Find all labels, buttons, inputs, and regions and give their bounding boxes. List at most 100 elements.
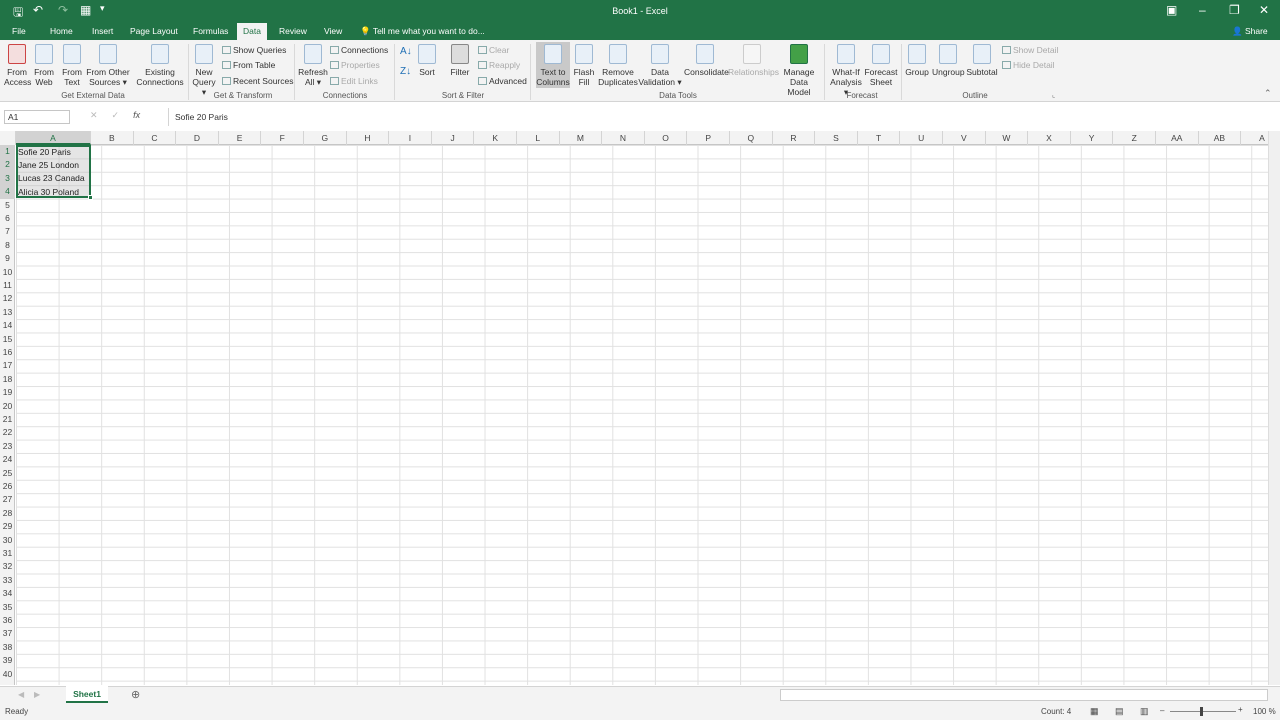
row-header[interactable]: 1 bbox=[0, 145, 15, 159]
row-header[interactable]: 18 bbox=[0, 373, 15, 386]
tab-data[interactable]: Data bbox=[237, 23, 267, 40]
column-header[interactable]: R bbox=[773, 131, 816, 145]
edit-links-button[interactable]: Edit Links bbox=[330, 76, 378, 86]
page-layout-view-icon[interactable]: ▤ bbox=[1115, 706, 1124, 717]
filter-button[interactable]: Filter bbox=[448, 44, 472, 77]
column-header[interactable]: O bbox=[645, 131, 688, 145]
row-header[interactable]: 14 bbox=[0, 319, 15, 332]
fill-handle[interactable] bbox=[88, 195, 93, 200]
row-header[interactable]: 10 bbox=[0, 266, 15, 279]
data-validation-button[interactable]: Data Validation ▾ bbox=[638, 44, 682, 87]
clear-button[interactable]: Clear bbox=[478, 45, 509, 55]
sort-button[interactable]: Sort bbox=[416, 44, 438, 77]
reapply-button[interactable]: Reapply bbox=[478, 60, 520, 70]
scroll-sheets-left-icon[interactable]: ◀ bbox=[18, 690, 24, 699]
refresh-all-button[interactable]: Refresh All ▾ bbox=[298, 44, 328, 87]
column-header[interactable]: X bbox=[1028, 131, 1071, 145]
vertical-scrollbar[interactable] bbox=[1268, 131, 1280, 685]
row-header[interactable]: 13 bbox=[0, 306, 15, 319]
zoom-in-icon[interactable]: + bbox=[1238, 705, 1243, 714]
row-header[interactable]: 3 bbox=[0, 171, 15, 186]
column-header[interactable]: E bbox=[219, 131, 262, 145]
dialog-launcher-icon[interactable]: ⌞ bbox=[1052, 91, 1055, 99]
row-header[interactable]: 27 bbox=[0, 493, 15, 506]
advanced-button[interactable]: Advanced bbox=[478, 76, 527, 86]
name-box[interactable]: A1 bbox=[4, 110, 70, 124]
tell-me-search[interactable]: 💡 Tell me what you want to do... bbox=[360, 26, 485, 37]
row-header[interactable]: 5 bbox=[0, 199, 15, 212]
row-header[interactable]: 35 bbox=[0, 601, 15, 614]
collapse-ribbon-icon[interactable]: ⌃ bbox=[1264, 88, 1272, 99]
row-header[interactable]: 33 bbox=[0, 574, 15, 587]
flash-fill-button[interactable]: Flash Fill bbox=[572, 44, 596, 87]
row-header[interactable]: 30 bbox=[0, 534, 15, 547]
column-header[interactable]: C bbox=[134, 131, 177, 145]
from-other-sources-button[interactable]: From Other Sources ▾ bbox=[86, 44, 130, 87]
select-all-corner[interactable] bbox=[0, 131, 16, 145]
new-query-button[interactable]: New Query ▾ bbox=[191, 44, 217, 97]
page-break-view-icon[interactable]: ▥ bbox=[1140, 706, 1149, 717]
sheet-tab-sheet1[interactable]: Sheet1 bbox=[66, 686, 108, 703]
from-access-button[interactable]: From Access bbox=[4, 44, 31, 87]
row-header[interactable]: 8 bbox=[0, 239, 15, 252]
row-header[interactable]: 4 bbox=[0, 185, 15, 199]
column-header[interactable]: U bbox=[900, 131, 943, 145]
horizontal-scrollbar[interactable] bbox=[780, 689, 1268, 701]
column-header[interactable]: I bbox=[389, 131, 432, 145]
from-table-button[interactable]: From Table bbox=[222, 60, 275, 70]
show-queries-button[interactable]: Show Queries bbox=[222, 45, 286, 55]
row-header[interactable]: 9 bbox=[0, 252, 15, 265]
column-header[interactable]: T bbox=[858, 131, 901, 145]
confirm-entry-icon[interactable]: ✓ bbox=[112, 110, 120, 120]
row-header[interactable]: 2 bbox=[0, 158, 15, 172]
row-header[interactable]: 19 bbox=[0, 386, 15, 399]
existing-connections-button[interactable]: Existing Connections bbox=[136, 44, 184, 87]
share-button[interactable]: 👤 Share bbox=[1232, 26, 1268, 37]
minimize-icon[interactable]: – bbox=[1199, 3, 1206, 17]
row-header[interactable]: 39 bbox=[0, 654, 15, 667]
tab-home[interactable]: Home bbox=[50, 26, 73, 36]
show-detail-button[interactable]: Show Detail bbox=[1002, 45, 1058, 55]
row-header[interactable]: 38 bbox=[0, 641, 15, 654]
row-header[interactable]: 17 bbox=[0, 359, 15, 372]
row-header[interactable]: 25 bbox=[0, 467, 15, 480]
row-header[interactable]: 32 bbox=[0, 560, 15, 573]
maximize-icon[interactable]: ❐ bbox=[1229, 3, 1240, 17]
close-icon[interactable]: ✕ bbox=[1259, 3, 1269, 17]
column-header[interactable]: K bbox=[474, 131, 517, 145]
row-header[interactable]: 23 bbox=[0, 440, 15, 453]
row-header[interactable]: 12 bbox=[0, 292, 15, 305]
cell-a4[interactable]: Alicia 30 Poland bbox=[18, 186, 79, 199]
column-header[interactable]: AA bbox=[1156, 131, 1199, 145]
add-sheet-icon[interactable]: ⊕ bbox=[131, 688, 140, 701]
column-header[interactable]: S bbox=[815, 131, 858, 145]
from-web-button[interactable]: From Web bbox=[32, 44, 56, 87]
tab-insert[interactable]: Insert bbox=[92, 26, 113, 36]
manage-data-model-button[interactable]: Manage Data Model bbox=[778, 44, 820, 97]
cell-a2[interactable]: Jane 25 London bbox=[18, 159, 79, 172]
row-header[interactable]: 31 bbox=[0, 547, 15, 560]
properties-button[interactable]: Properties bbox=[330, 60, 380, 70]
text-to-columns-button[interactable]: Text to Columns bbox=[536, 42, 570, 88]
tab-view[interactable]: View bbox=[324, 26, 342, 36]
column-header[interactable]: A bbox=[16, 131, 91, 145]
relationships-button[interactable]: Relationships bbox=[728, 44, 779, 77]
tab-formulas[interactable]: Formulas bbox=[193, 26, 228, 36]
column-header[interactable]: Q bbox=[730, 131, 773, 145]
sort-az-icon[interactable]: A↓ bbox=[400, 46, 412, 57]
column-header[interactable]: Z bbox=[1113, 131, 1156, 145]
row-header[interactable]: 24 bbox=[0, 453, 15, 466]
tab-review[interactable]: Review bbox=[279, 26, 307, 36]
column-header[interactable]: G bbox=[304, 131, 347, 145]
column-header[interactable]: Y bbox=[1071, 131, 1114, 145]
row-header[interactable]: 29 bbox=[0, 520, 15, 533]
subtotal-button[interactable]: Subtotal bbox=[966, 44, 998, 77]
row-header[interactable]: 34 bbox=[0, 587, 15, 600]
tab-page-layout[interactable]: Page Layout bbox=[130, 26, 178, 36]
formula-input[interactable]: Sofie 20 Paris bbox=[168, 108, 1268, 126]
column-header[interactable]: V bbox=[943, 131, 986, 145]
remove-duplicates-button[interactable]: Remove Duplicates bbox=[598, 44, 638, 87]
cell-a1[interactable]: Sofie 20 Paris bbox=[18, 146, 71, 159]
column-header[interactable]: W bbox=[986, 131, 1029, 145]
row-header[interactable]: 28 bbox=[0, 507, 15, 520]
